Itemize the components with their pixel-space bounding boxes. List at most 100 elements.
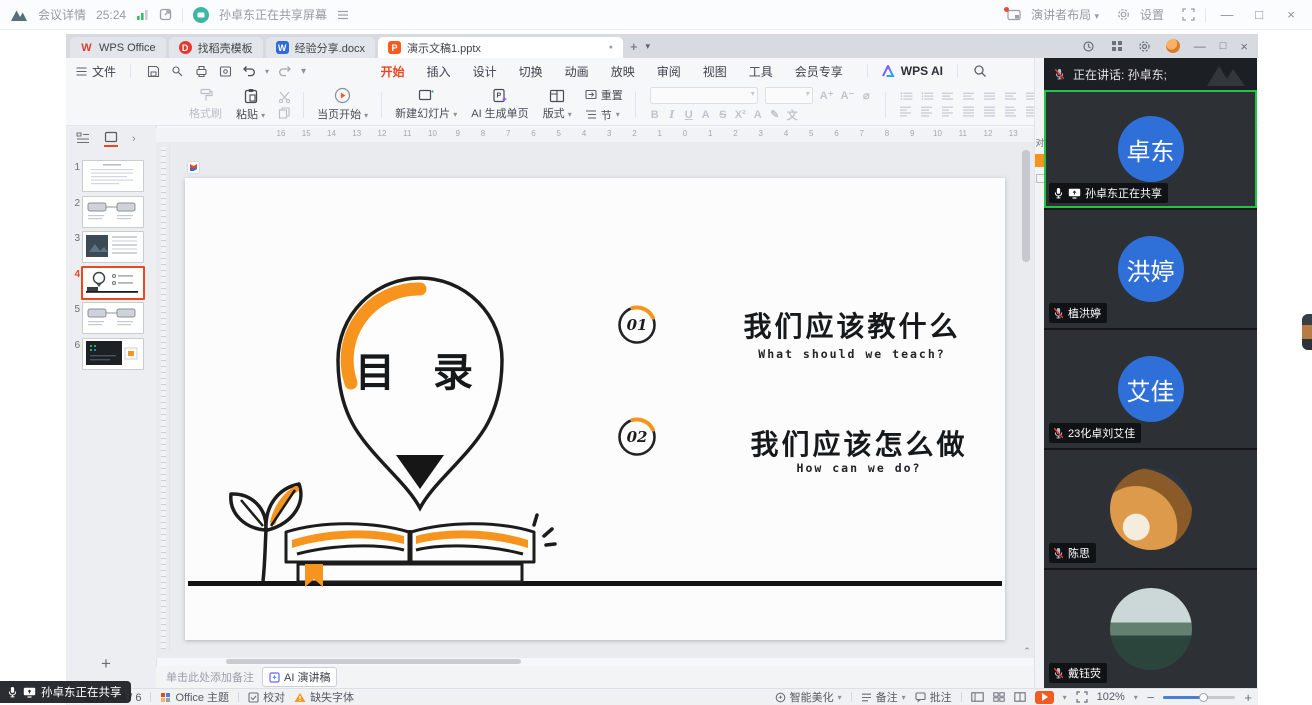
slide-thumbnail[interactable]: 5 [66,302,156,336]
fullscreen-icon[interactable] [1182,8,1195,21]
slideshow-play-button[interactable] [1035,691,1054,704]
decrease-indent-button[interactable] [942,92,956,103]
decrease-font-button[interactable]: A⁻ [841,89,855,102]
zoom-slider[interactable] [1163,696,1235,699]
align-center-button[interactable] [921,106,935,117]
text-direction-button[interactable] [1005,92,1019,103]
participant-tile[interactable]: 戴钰荧 [1044,570,1257,688]
copy-icon[interactable] [278,107,291,119]
slide-layout-button[interactable]: 版式 ▾ [536,85,579,125]
play-options-icon[interactable]: ▾ [1063,693,1067,702]
undo-dropdown-icon[interactable]: ▾ [265,67,269,76]
theme-button[interactable]: Office 主题 [160,689,229,705]
align-right-button[interactable] [942,106,956,117]
menu-tab-3[interactable]: 切换 [509,60,553,83]
add-slide-button[interactable]: + [96,654,116,674]
doc-tab[interactable]: W经验分享.docx [266,37,375,58]
font-style-button-B[interactable]: B [650,109,660,121]
slide-sorter-view-icon[interactable] [993,692,1005,702]
file-menu[interactable]: 文件 [76,63,116,80]
font-size-select[interactable] [765,87,813,104]
meeting-detail-link[interactable]: 会议详情 [38,6,86,23]
popout-icon[interactable] [159,8,172,21]
zoom-out-button[interactable]: − [1147,690,1155,705]
wps-restore-button[interactable]: □ [1220,40,1227,52]
section-button[interactable]: 节 ▾ [585,107,623,123]
zoom-dropdown-icon[interactable]: ▾ [1134,693,1138,702]
undo-icon[interactable] [241,63,257,79]
menu-tab-5[interactable]: 放映 [601,60,645,83]
menu-tab-0[interactable]: 开始 [371,60,415,83]
align-left-button[interactable] [900,106,914,117]
reading-view-icon[interactable] [1014,692,1026,702]
mic-muted-icon[interactable] [1054,68,1065,80]
font-style-button-U[interactable]: U [684,109,694,121]
window-maximize-button[interactable]: □ [1248,7,1270,22]
menu-tab-7[interactable]: 视图 [693,60,737,83]
smart-beautify-button[interactable]: 智能美化▾ [775,689,842,705]
doc-tab[interactable]: WWPS Office [70,37,166,58]
wps-flag-icon[interactable] [187,161,200,174]
increase-font-button[interactable]: A⁺ [820,89,834,102]
share-menu-icon[interactable] [337,10,349,20]
menu-tab-2[interactable]: 设计 [463,60,507,83]
font-style-button-A[interactable]: A [701,109,711,121]
menu-tab-9[interactable]: 会员专享 [785,60,853,83]
participant-tile[interactable]: 洪婷植洪婷 [1044,210,1257,330]
line-spacing-button[interactable] [984,92,998,103]
wps-minimize-button[interactable]: — [1194,39,1206,53]
font-tool-button[interactable]: A [753,109,763,121]
cut-icon[interactable] [278,91,291,103]
slide-thumbnail[interactable]: 6 [66,338,156,372]
collapse-panel-icon[interactable]: › [132,133,136,145]
justify-button[interactable] [963,106,977,117]
wps-ai-menu[interactable]: WPS AI [882,64,943,78]
participant-tile[interactable]: 卓东孙卓东正在共享 [1044,90,1257,210]
edge-floating-widget[interactable] [1302,314,1312,350]
bullets-button[interactable] [900,92,914,103]
zoom-in-button[interactable]: + [1244,690,1252,705]
missing-font-warning[interactable]: 缺失字体 [294,689,354,705]
font-tool-button[interactable]: ✎ [770,108,780,121]
distribute-button[interactable] [984,106,998,117]
proofread-button[interactable]: 校对 [248,689,285,705]
redo-icon[interactable] [277,63,293,79]
font-tool-button[interactable]: X² [735,109,746,121]
refresh-icon[interactable] [1082,39,1096,53]
numbering-button[interactable] [921,92,935,103]
font-tool-button[interactable]: 文 [787,107,798,123]
notes-toggle-button[interactable]: 备注▾ [861,689,906,705]
apps-grid-icon[interactable] [1110,39,1124,53]
paste-button[interactable]: 粘贴 ▾ [229,85,272,125]
wps-close-button[interactable]: × [1240,39,1248,54]
menu-tab-6[interactable]: 审阅 [647,60,691,83]
new-tab-button[interactable]: + [630,39,638,54]
save-icon[interactable] [145,63,161,79]
outline-view-icon[interactable] [76,132,90,146]
slide-thumbnail[interactable]: 1 [66,160,156,194]
print-icon[interactable] [193,63,209,79]
slide-view-icon[interactable] [104,131,118,147]
format-painter-button[interactable]: 格式刷 [182,85,229,125]
settings-button[interactable]: 设置 [1140,6,1164,23]
presentation-slide[interactable]: 目 录 01我们应该教什么What should we teach?02我们应该… [185,178,1005,640]
preview-icon[interactable] [217,63,233,79]
slide-thumbnail[interactable]: 2 [66,196,156,230]
window-close-button[interactable]: × [1280,7,1302,22]
export-icon[interactable] [169,63,185,79]
new-slide-button[interactable]: 新建幻灯片 ▾ [388,85,464,125]
fit-window-icon[interactable] [1076,691,1088,703]
layout-switcher[interactable]: 演讲者布局 ▾ [1031,6,1099,23]
comments-button[interactable]: 批注 [915,689,952,705]
sharing-badge[interactable]: 孙卓东正在共享 [0,681,131,703]
play-from-current-button[interactable]: 当页开始 ▾ [310,85,375,125]
search-icon[interactable] [972,63,988,79]
slide-thumbnail[interactable]: 3 [66,231,156,265]
indent-left-button[interactable] [1005,106,1019,117]
notes-placeholder[interactable]: 单击此处添加备注 [166,669,254,685]
menu-tab-8[interactable]: 工具 [739,60,783,83]
participant-tile[interactable]: 艾佳23化卓刘艾佳 [1044,330,1257,450]
normal-view-icon[interactable] [971,692,984,702]
font-family-select[interactable] [650,87,758,104]
settings-gear-icon[interactable] [1117,8,1130,21]
